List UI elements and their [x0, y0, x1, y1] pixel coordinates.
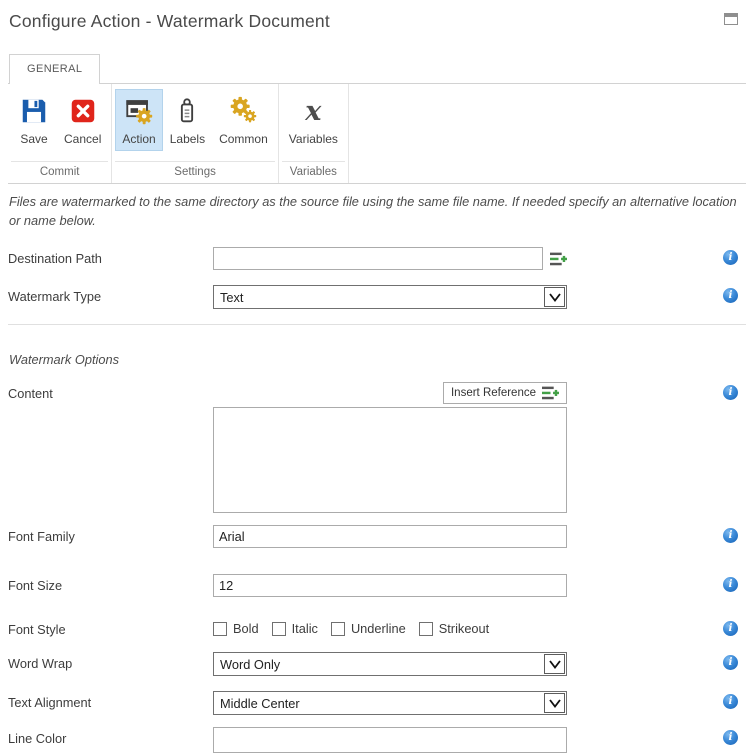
ribbon-group-label-variables: Variables: [281, 161, 345, 183]
insert-reference-icon[interactable]: [550, 252, 567, 266]
italic-checkbox-label: Italic: [291, 621, 318, 637]
ribbon-group-label-settings: Settings: [115, 161, 275, 183]
italic-checkbox-box[interactable]: [271, 621, 286, 636]
word-wrap-select[interactable]: Word Only: [213, 652, 567, 677]
bold-checkbox-label: Bold: [233, 621, 259, 637]
chevron-down-icon: [544, 654, 565, 675]
font-family-input[interactable]: [213, 525, 567, 549]
content-textarea[interactable]: [213, 407, 567, 514]
common-button[interactable]: Common: [212, 89, 275, 151]
info-icon[interactable]: i: [723, 730, 738, 746]
text-alignment-select[interactable]: Middle Center: [213, 691, 567, 716]
font-size-input[interactable]: [213, 574, 567, 598]
chevron-down-icon: [544, 693, 565, 714]
insert-reference-button[interactable]: Insert Reference: [442, 382, 567, 405]
common-gears-icon: [227, 95, 259, 127]
ribbon-toolbar: Save Cancel Commit Action Labels Common …: [8, 83, 746, 184]
row-font-size: Font Size i: [0, 574, 747, 598]
word-wrap-value: Word Only: [220, 656, 281, 672]
variables-x-icon: x: [305, 95, 322, 127]
text-alignment-label: Text Alignment: [8, 695, 92, 711]
row-watermark-type: Watermark Type Text i: [0, 285, 747, 310]
labels-button[interactable]: Labels: [163, 89, 212, 151]
chevron-down-icon: [544, 287, 565, 308]
action-description: Files are watermarked to the same direct…: [9, 194, 737, 228]
info-icon[interactable]: i: [723, 528, 738, 544]
save-button[interactable]: Save: [11, 89, 57, 151]
save-button-label: Save: [20, 132, 48, 146]
destination-path-input[interactable]: [213, 247, 543, 271]
cancel-button-label: Cancel: [64, 132, 102, 146]
content-label: Content: [8, 386, 53, 402]
info-icon[interactable]: i: [723, 288, 738, 304]
checkbox-bold[interactable]: Bold: [213, 621, 259, 636]
watermark-form: Destination Path i Watermark Type Text i…: [0, 247, 747, 754]
row-line-color: Line Color i: [0, 727, 747, 754]
labels-button-label: Labels: [169, 132, 206, 146]
font-family-label: Font Family: [8, 529, 75, 545]
checkbox-strikeout[interactable]: Strikeout: [418, 621, 490, 637]
common-button-label: Common: [219, 132, 268, 146]
watermark-type-value: Text: [220, 289, 244, 305]
save-floppy-icon: [18, 95, 50, 127]
info-icon[interactable]: i: [723, 694, 738, 710]
watermark-type-label: Watermark Type: [8, 289, 102, 305]
action-button-label: Action: [122, 132, 156, 146]
word-wrap-label: Word Wrap: [8, 656, 73, 672]
watermark-options-heading: Watermark Options: [9, 352, 119, 368]
bold-checkbox-box[interactable]: [213, 621, 227, 636]
row-content: Content Insert Reference i: [0, 382, 747, 514]
tab-strip: GENERAL: [0, 54, 747, 84]
underline-checkbox-box[interactable]: [330, 621, 345, 636]
checkbox-italic[interactable]: Italic: [271, 621, 318, 637]
section-divider: [8, 324, 746, 326]
variables-button-label: Variables: [288, 132, 338, 146]
row-destination-path: Destination Path i: [0, 247, 747, 271]
maximize-window-icon[interactable]: [724, 13, 738, 25]
dialog-title: Configure Action - Watermark Document: [9, 11, 330, 31]
text-alignment-value: Middle Center: [220, 695, 300, 711]
row-text-alignment: Text Alignment Middle Center i: [0, 691, 747, 716]
font-size-label: Font Size: [8, 578, 63, 594]
insert-reference-button-label: Insert Reference: [450, 387, 536, 400]
cancel-x-icon: [67, 95, 99, 127]
underline-checkbox-label: Underline: [350, 621, 406, 637]
action-button[interactable]: Action: [115, 89, 163, 151]
labels-tag-icon: [171, 95, 203, 127]
variables-button[interactable]: x Variables: [282, 89, 345, 151]
info-icon[interactable]: i: [723, 621, 738, 637]
window-icon-titlebar: [725, 14, 737, 17]
strikeout-checkbox-box[interactable]: [418, 621, 433, 636]
checkbox-underline[interactable]: Underline: [330, 621, 406, 637]
title-bar: Configure Action - Watermark Document: [0, 0, 747, 32]
row-font-family: Font Family i: [0, 525, 747, 549]
info-icon[interactable]: i: [723, 655, 738, 671]
tab-general[interactable]: GENERAL: [9, 54, 101, 84]
ribbon-group-commit: Save Cancel Commit: [8, 84, 113, 183]
line-color-input[interactable]: [213, 727, 567, 754]
row-font-style: Font Style Bold Italic Underline Strikeo…: [0, 618, 747, 637]
destination-path-label: Destination Path: [8, 251, 102, 267]
ribbon-group-variables: x Variables Variables: [279, 84, 349, 183]
cancel-button[interactable]: Cancel: [57, 89, 108, 151]
strikeout-checkbox-label: Strikeout: [438, 621, 490, 637]
line-color-label: Line Color: [8, 731, 67, 747]
ribbon-group-settings: Action Labels Common Settings: [112, 84, 279, 183]
configure-action-dialog: Configure Action - Watermark Document GE…: [0, 0, 747, 756]
insert-reference-icon: [542, 386, 559, 400]
info-icon[interactable]: i: [723, 385, 738, 401]
font-style-label: Font Style: [8, 622, 66, 638]
row-word-wrap: Word Wrap Word Only i: [0, 652, 747, 677]
watermark-type-select[interactable]: Text: [213, 285, 567, 310]
action-window-gear-icon: [123, 95, 155, 127]
info-icon[interactable]: i: [723, 577, 738, 593]
info-icon[interactable]: i: [723, 250, 738, 266]
ribbon-group-label-commit: Commit: [11, 161, 109, 183]
